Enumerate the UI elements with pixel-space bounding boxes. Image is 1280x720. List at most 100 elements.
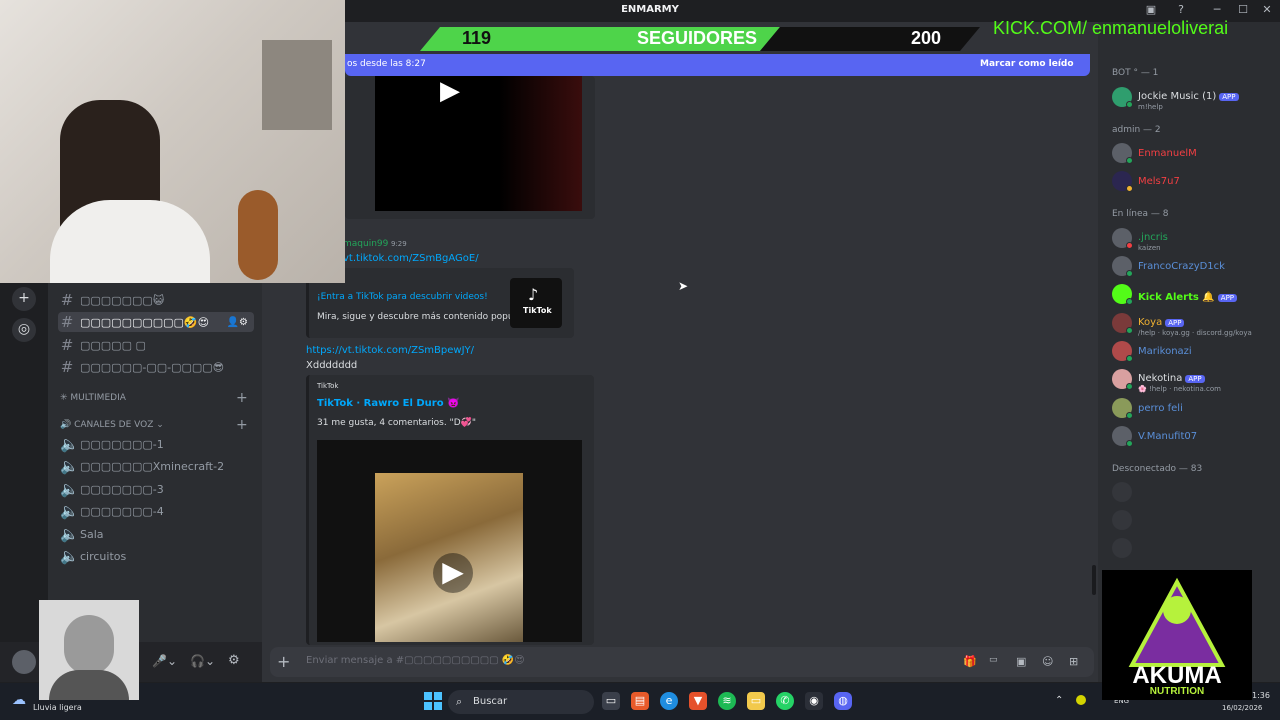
maximize-button[interactable]: ☐: [1230, 3, 1256, 19]
member-item[interactable]: Koya APP/help · koya.gg · discord.gg/koya: [1112, 311, 1272, 337]
member-group-header: admin — 2: [1112, 125, 1161, 135]
avatar: [1112, 284, 1133, 305]
hash-icon: #: [60, 313, 74, 331]
message-timestamp: 9:29: [391, 240, 407, 248]
help-icon[interactable]: ?: [1168, 3, 1194, 19]
start-icon[interactable]: [424, 692, 442, 710]
member-item[interactable]: FrancoCrazyD1ck: [1112, 254, 1272, 278]
avatar: [1112, 313, 1133, 334]
obs-icon[interactable]: ◉: [805, 692, 823, 710]
member-item[interactable]: Mels7u7: [1112, 169, 1272, 193]
inbox-icon[interactable]: ▣: [1138, 3, 1164, 19]
clock-date[interactable]: 16/02/2026: [1222, 704, 1262, 712]
channel-item[interactable]: # ▢▢▢▢▢▢-▢▢-▢▢▢▢😎: [58, 357, 254, 377]
member-item[interactable]: Marikonazi: [1112, 339, 1272, 363]
followers-goal: 200: [911, 28, 942, 48]
apps-icon[interactable]: ⊞: [1069, 655, 1078, 668]
play-icon[interactable]: ▶: [440, 76, 460, 106]
speaker-icon: 🔈: [60, 480, 79, 498]
message-author[interactable]: maquin99: [343, 239, 388, 249]
microphone-icon[interactable]: 🎤⌄: [152, 654, 177, 668]
tray-app-icon[interactable]: [1076, 695, 1086, 705]
settings-icon[interactable]: 👤⚙: [227, 317, 248, 328]
offline-avatar[interactable]: [1112, 482, 1132, 502]
minimize-button[interactable]: ─: [1204, 3, 1230, 19]
speaker-icon: 🔈: [60, 525, 79, 543]
voice-channel-item[interactable]: 🔈 ▢▢▢▢▢▢▢-4: [58, 501, 254, 521]
embed-provider: TikTok: [317, 382, 339, 390]
webcam-guitar: [238, 190, 278, 280]
member-item[interactable]: V.Manufit07: [1112, 424, 1272, 448]
embed-title[interactable]: ¡Entra a TikTok para descubrir videos!: [317, 292, 488, 302]
task-view-icon[interactable]: ▭: [602, 692, 620, 710]
brave-icon[interactable]: ▼: [689, 692, 707, 710]
scrollbar[interactable]: [1092, 565, 1096, 595]
channel-item[interactable]: # ▢▢▢▢▢ ▢: [58, 335, 254, 355]
new-messages-bar[interactable]: [345, 54, 1090, 76]
attach-plus-icon[interactable]: +: [277, 652, 290, 671]
voice-channel-item[interactable]: 🔈 ▢▢▢▢▢▢▢-3: [58, 479, 254, 499]
embed-title[interactable]: TikTok · Rawro El Duro 👿: [317, 398, 460, 409]
message-link[interactable]: vt.tiktok.com/ZSmBgAGoE/: [343, 253, 479, 264]
chevron-up-icon[interactable]: ⌃: [1055, 695, 1063, 706]
voice-channel-item[interactable]: 🔈 ▢▢▢▢▢▢▢-1: [58, 434, 254, 454]
webcam-overlay: [0, 0, 345, 283]
discord-icon[interactable]: ◍: [834, 692, 852, 710]
search-label: Buscar: [473, 696, 508, 707]
play-icon[interactable]: ▶: [433, 553, 473, 593]
webcam-shirt: [50, 200, 210, 283]
offline-avatar[interactable]: [1112, 538, 1132, 558]
spotify-icon[interactable]: ≋: [718, 692, 736, 710]
whatsapp-icon[interactable]: ✆: [776, 692, 794, 710]
voice-channel-item[interactable]: 🔈 circuitos: [58, 546, 254, 566]
member-item[interactable]: perro feli: [1112, 396, 1272, 420]
member-group-header: BOT ° — 1: [1112, 68, 1159, 78]
weather-text: Lluvia ligera: [33, 703, 82, 712]
offline-avatar[interactable]: [1112, 510, 1132, 530]
message-link[interactable]: https://vt.tiktok.com/ZSmBpewJY/: [306, 345, 474, 356]
user-settings-icon[interactable]: ⚙: [228, 653, 240, 668]
member-item[interactable]: EnmanuelM: [1112, 141, 1272, 165]
channel-item[interactable]: # ▢▢▢▢▢▢▢😺: [58, 290, 254, 310]
voice-channel-item[interactable]: 🔈 ▢▢▢▢▢▢▢Xminecraft-2: [58, 456, 254, 476]
avatar: [1112, 369, 1133, 390]
followers-current: 119: [462, 28, 492, 48]
category-voice[interactable]: 🔊 CANALES DE VOZ ⌄: [60, 420, 164, 430]
mark-as-read-button[interactable]: Marcar como leído: [980, 59, 1074, 69]
headphones-icon[interactable]: 🎧⌄: [190, 654, 215, 668]
embed-description: Mira, sigue y descubre más contenido pop…: [317, 312, 528, 322]
member-item[interactable]: Kick Alerts 🔔 APP: [1112, 282, 1272, 306]
sticker-icon[interactable]: ▣: [1016, 655, 1026, 668]
channel-item-active[interactable]: # ▢▢▢▢▢▢▢▢▢▢🤣😍 👤⚙: [58, 312, 254, 332]
category-multimedia[interactable]: ✳ MULTIMEDIA: [60, 393, 126, 403]
message-input[interactable]: Enviar mensaje a #▢▢▢▢▢▢▢▢▢▢ 🤣😍: [306, 655, 525, 666]
member-item[interactable]: .jncris kaizen: [1112, 226, 1272, 252]
emoji-icon[interactable]: ☺: [1042, 655, 1053, 668]
member-item[interactable]: Nekotina APP 🌸 !help · nekotina.com: [1112, 367, 1272, 393]
avatar: [1112, 87, 1133, 108]
clock-time[interactable]: 1:36: [1252, 691, 1270, 700]
edge-icon[interactable]: e: [660, 692, 678, 710]
mouse-cursor-icon: ➤: [678, 279, 689, 293]
kick-channel-text: KICK.COM/ enmanueloliverai: [993, 18, 1229, 38]
gift-icon[interactable]: 🎁: [963, 655, 977, 668]
file-explorer-icon[interactable]: ▭: [747, 692, 765, 710]
add-server-icon[interactable]: +: [12, 287, 36, 311]
speaker-icon: 🔈: [60, 457, 79, 475]
followers-label: SEGUIDORES: [637, 28, 758, 48]
user-avatar[interactable]: [12, 650, 36, 674]
member-group-header: En línea — 8: [1112, 209, 1169, 219]
search-icon: ⌕: [456, 695, 463, 708]
discover-icon[interactable]: ◎: [12, 318, 36, 342]
video-thumbnail[interactable]: [375, 76, 582, 211]
taskbar-search[interactable]: [448, 690, 594, 714]
store-icon[interactable]: ▤: [631, 692, 649, 710]
gif-icon[interactable]: ▭: [989, 655, 998, 665]
member-item[interactable]: Jockie Music (1) APP m!help: [1112, 85, 1272, 111]
voice-channel-item[interactable]: 🔈 Sala: [58, 524, 254, 544]
add-channel-icon[interactable]: +: [236, 390, 248, 406]
member-group-header: Desconectado — 83: [1112, 464, 1203, 474]
add-channel-icon[interactable]: +: [236, 417, 248, 433]
close-button[interactable]: ✕: [1254, 3, 1280, 19]
weather-icon[interactable]: ☁: [12, 692, 26, 708]
